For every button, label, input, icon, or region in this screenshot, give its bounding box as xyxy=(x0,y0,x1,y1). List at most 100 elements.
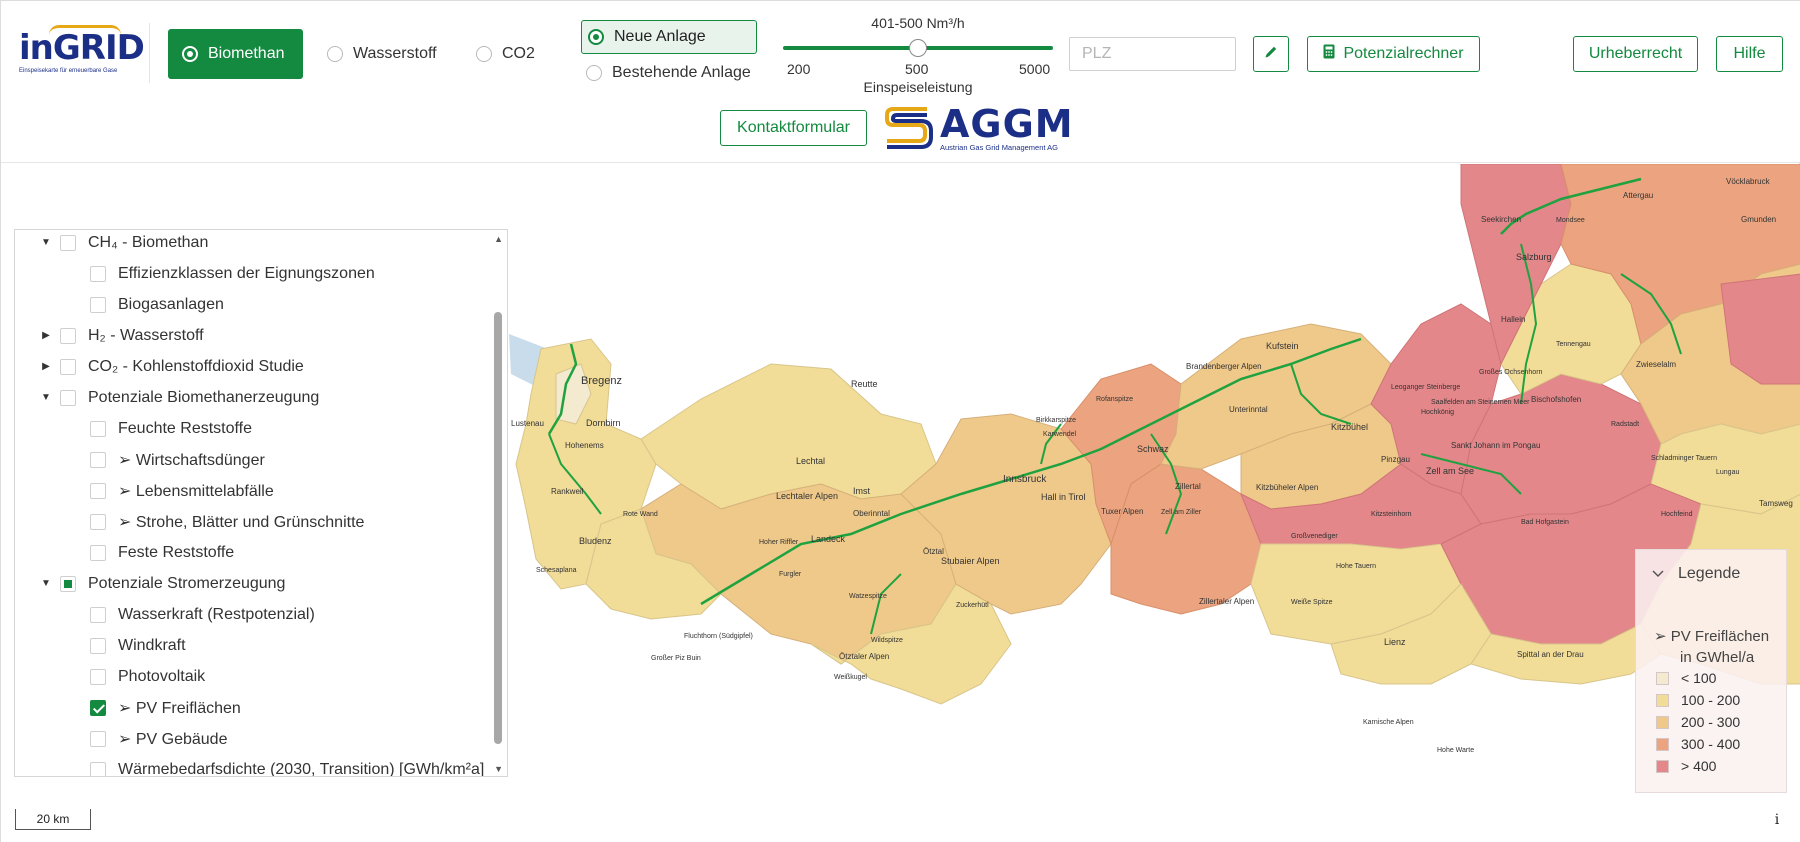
layer-checkbox[interactable] xyxy=(90,668,106,685)
biomethan-radio[interactable]: Biomethan xyxy=(168,29,303,79)
place-label: Dornbirn xyxy=(586,418,621,428)
layer-row[interactable]: Photovoltaik xyxy=(90,661,205,692)
legend-swatch xyxy=(1656,759,1669,773)
layer-checkbox[interactable] xyxy=(90,296,106,313)
layer-tree-panel[interactable]: ▼ CH₄ - Biomethan Effizienzklassen der Eig… xyxy=(14,229,508,777)
layer-group-row[interactable]: ▼ Potenziale Biomethanerzeugung xyxy=(40,382,319,413)
co2-radio[interactable]: CO2 xyxy=(476,45,535,63)
place-label: Schesaplana xyxy=(536,567,577,574)
wasserstoff-radio[interactable]: Wasserstoff xyxy=(327,45,437,63)
layer-checkbox[interactable] xyxy=(90,265,106,282)
wasserstoff-label: Wasserstoff xyxy=(353,45,437,62)
layer-row[interactable]: ➢ PV Gebäude xyxy=(90,723,227,754)
legend-title-line1: ➢ PV Freiflächen xyxy=(1654,628,1770,645)
layer-row[interactable]: Wasserkraft (Restpotenzial) xyxy=(90,599,315,630)
place-label: Bludenz xyxy=(579,536,612,546)
legend-label: 300 - 400 xyxy=(1681,736,1741,752)
aggm-mark-icon xyxy=(885,107,933,149)
layer-row[interactable]: Feuchte Reststoffe xyxy=(90,413,252,444)
layer-checkbox[interactable] xyxy=(90,544,106,561)
layer-label: Effizienzklassen der Eignungszonen xyxy=(118,264,375,282)
legend-label: 100 - 200 xyxy=(1681,692,1741,708)
layer-group-row[interactable]: ▶ CO₂ - Kohlenstoffdioxid Studie xyxy=(40,351,304,382)
place-label: Stubaier Alpen xyxy=(941,556,1000,566)
hilfe-button[interactable]: Hilfe xyxy=(1716,36,1783,72)
logo-tagline: Einspeisekarte für erneuerbare Gase xyxy=(19,68,118,74)
layer-row[interactable]: Wärmebedarfsdichte (2030, Transition) [G… xyxy=(90,754,484,776)
caret-down-icon[interactable]: ▼ xyxy=(40,392,52,403)
layer-checkbox[interactable] xyxy=(60,327,76,344)
layer-group-row[interactable]: ▼ CH₄ - Biomethan xyxy=(40,230,208,258)
layer-checkbox[interactable] xyxy=(90,606,106,623)
layer-checkbox[interactable] xyxy=(90,637,106,654)
caret-right-icon[interactable]: ▶ xyxy=(40,361,52,372)
caret-down-icon[interactable]: ▼ xyxy=(40,237,52,248)
kontaktformular-button[interactable]: Kontaktformular xyxy=(720,110,867,146)
place-label: Fluchthorn (Südgipfel) xyxy=(684,633,753,640)
urheberrecht-button[interactable]: Urheberrecht xyxy=(1573,36,1698,72)
layer-label: Wasserkraft (Restpotenzial) xyxy=(118,605,315,623)
place-label: Furgler xyxy=(779,571,802,578)
layer-checkbox[interactable] xyxy=(60,234,76,251)
calculator-icon xyxy=(1323,44,1335,64)
bestehende-anlage-label: Bestehende Anlage xyxy=(612,64,751,81)
layer-row[interactable]: Feste Reststoffe xyxy=(90,537,234,568)
scroll-down-icon[interactable]: ▼ xyxy=(494,764,503,774)
place-label: Schwaz xyxy=(1137,444,1169,454)
legend-toggle[interactable]: Legende xyxy=(1652,565,1740,583)
place-label: Hohe Tauern xyxy=(1336,563,1376,570)
layer-checkbox[interactable] xyxy=(90,451,106,468)
ingrid-logo[interactable]: inGRID Einspeisekarte für erneuerbare Ga… xyxy=(19,25,145,79)
potenzialrechner-button[interactable]: Potenzialrechner xyxy=(1307,36,1480,72)
neue-anlage-radio[interactable]: Neue Anlage xyxy=(581,20,757,54)
aggm-text: AGGM xyxy=(940,102,1074,146)
scroll-up-icon[interactable]: ▲ xyxy=(494,234,503,244)
layer-checkbox[interactable] xyxy=(90,730,106,747)
layer-row[interactable]: ➢ Strohe, Blätter und Grünschnitte xyxy=(90,506,364,537)
place-label: Seekirchen xyxy=(1481,215,1521,224)
potenzialrechner-label: Potenzialrechner xyxy=(1343,45,1464,62)
legend-header: Legende xyxy=(1678,565,1741,582)
layer-checkbox[interactable] xyxy=(60,358,76,375)
layer-row[interactable]: ➢ Wirtschaftsdünger xyxy=(90,444,265,475)
layer-checkbox[interactable] xyxy=(90,761,106,776)
legend-title-line2: in GWhel/a xyxy=(1680,649,1755,666)
slider-value-label: 401-500 Nm³/h xyxy=(871,15,965,31)
caret-right-icon[interactable]: ▶ xyxy=(40,330,52,341)
layer-checkbox[interactable] xyxy=(90,420,106,437)
layer-row[interactable]: Biogasanlagen xyxy=(90,289,224,320)
plz-input[interactable] xyxy=(1069,37,1236,71)
slider-thumb[interactable] xyxy=(909,39,927,57)
layer-checkbox[interactable] xyxy=(90,482,106,499)
legend-class-3: 200 - 300 xyxy=(1656,714,1740,730)
layer-checkbox[interactable] xyxy=(60,575,76,592)
layer-row[interactable]: Windkraft xyxy=(90,630,186,661)
scroll-thumb[interactable] xyxy=(494,312,502,744)
aggm-logo[interactable]: AGGM Austrian Gas Grid Management AG xyxy=(883,103,1083,153)
layer-checkbox[interactable] xyxy=(90,513,106,530)
place-label: Zillertal xyxy=(1175,482,1201,491)
legend-class-2: 100 - 200 xyxy=(1656,692,1740,708)
place-label: Gmunden xyxy=(1741,215,1776,224)
layer-group-row[interactable]: ▼ Potenziale Stromerzeugung xyxy=(40,568,285,599)
bestehende-anlage-radio[interactable]: Bestehende Anlage xyxy=(586,64,751,82)
draw-button[interactable] xyxy=(1253,36,1289,72)
slider-tick-min: 200 xyxy=(787,61,811,77)
einspeiseleistung-slider[interactable]: 401-500 Nm³/h 200 500 5000 Einspeiseleis… xyxy=(783,13,1053,99)
layer-checkbox[interactable] xyxy=(60,389,76,406)
layer-checkbox[interactable] xyxy=(90,699,106,716)
place-label: Weißkugel xyxy=(834,674,867,681)
layer-group-row[interactable]: ▶ H₂ - Wasserstoff xyxy=(40,320,204,351)
layer-row[interactable]: ➢ Lebensmittelabfälle xyxy=(90,475,274,506)
panel-scrollbar[interactable]: ▲ ▼ xyxy=(492,230,506,776)
layer-row[interactable]: ➢ PV Freiflächen xyxy=(90,692,241,723)
layer-label: Biogasanlagen xyxy=(118,295,224,313)
legend-swatch xyxy=(1656,671,1669,685)
info-button[interactable]: i xyxy=(1765,809,1789,831)
place-label: Tuxer Alpen xyxy=(1101,507,1143,516)
place-label: Salzburg xyxy=(1516,252,1552,262)
layer-row[interactable]: Effizienzklassen der Eignungszonen xyxy=(90,258,375,289)
caret-down-icon[interactable]: ▼ xyxy=(40,578,52,589)
place-label: Unterinntal xyxy=(1229,405,1268,414)
radio-icon xyxy=(586,65,602,81)
